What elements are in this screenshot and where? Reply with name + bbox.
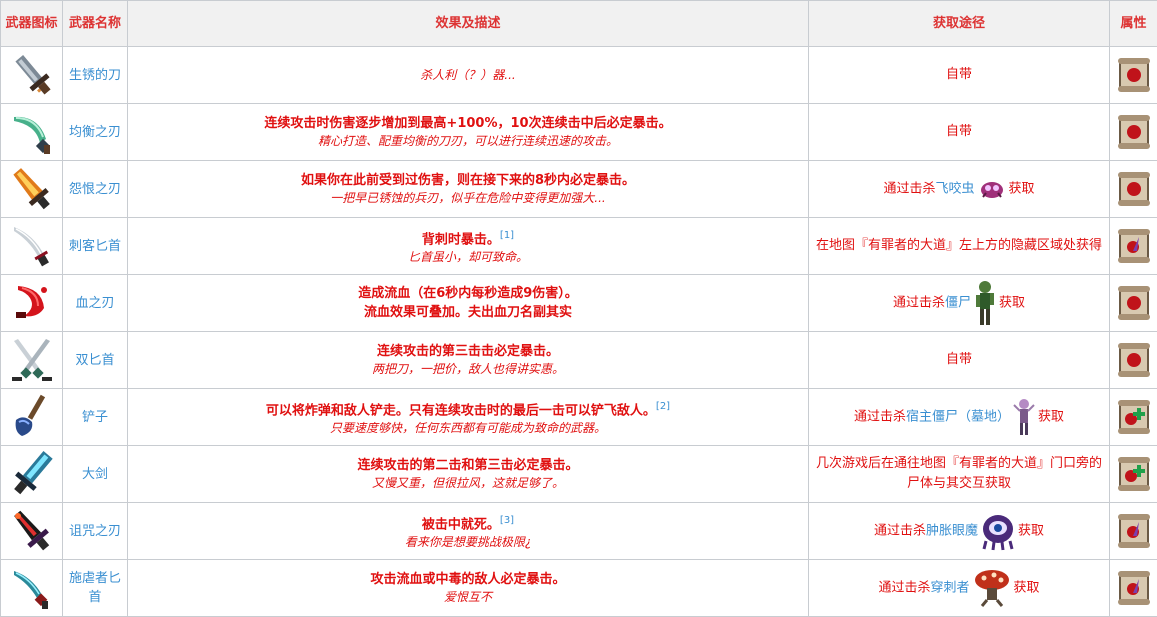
weapon-name-link[interactable]: 怨恨之刃 — [69, 182, 121, 197]
enemy-link[interactable]: 肿胀眼魔 — [926, 524, 978, 539]
weapon-flavor: 爱恨互不 — [130, 589, 806, 606]
weapon-flavor: 匕首虽小，却可致命。 — [130, 249, 806, 266]
table-row: 生锈的刀 杀人利（？）器... 自带 — [1, 47, 1157, 104]
eye-monster-icon[interactable] — [980, 511, 1016, 551]
weapon-effect: 如果你在此前受到过伤害，则在接下来的8秒内必定暴击。 — [130, 171, 806, 190]
shovel-icon[interactable] — [3, 392, 60, 442]
enemy-link[interactable]: 宿主僵尸（墓地） — [906, 410, 1010, 425]
weapon-name-link[interactable]: 施虐者匕首 — [69, 571, 121, 605]
weapon-source: 通过击杀肿胀眼魔获取 — [811, 511, 1107, 551]
survival-scroll-icon[interactable] — [1112, 455, 1155, 493]
table-row: 诅咒之刃 被击中就死。[3] 看来你是想要挑战极限¿ 通过击杀肿胀眼魔获取 — [1, 503, 1157, 560]
reference-link[interactable]: [3] — [500, 515, 514, 526]
weapon-flavor: 一把早已锈蚀的兵刃，似乎在危险中变得更加强大... — [130, 190, 806, 207]
weapon-effect: 造成流血（在6秒内每秒造成9伤害）。 — [130, 284, 806, 303]
weapon-source: 在地图『有罪者的大道』左上方的隐藏区域处获得 — [811, 236, 1107, 256]
weapon-effect: 被击中就死。[3] — [130, 511, 806, 534]
enemy-link[interactable]: 飞咬虫 — [935, 182, 974, 197]
table-row: 均衡之刃 连续攻击时伤害逐步增加到最高+100%，10次连续击中后必定暴击。 精… — [1, 104, 1157, 161]
table-row: 血之刃 造成流血（在6秒内每秒造成9伤害）。 流血效果可叠加。夫出血刀名副其实 … — [1, 275, 1157, 332]
table-row: 双匕首 连续攻击的第三击击必定暴击。 两把刀，一把价，敌人也得讲实惠。 自带 — [1, 332, 1157, 389]
weapon-name-link[interactable]: 大剑 — [82, 467, 108, 482]
weapon-source: 自带 — [811, 65, 1107, 85]
host-zombie-icon[interactable] — [1012, 397, 1036, 437]
brutality-scroll-icon[interactable] — [1112, 113, 1155, 151]
twin-daggers-icon[interactable] — [3, 335, 60, 385]
enemy-link[interactable]: 僵尸 — [945, 296, 971, 311]
zombie-icon[interactable] — [973, 279, 997, 327]
weapon-effect: 连续攻击时伤害逐步增加到最高+100%，10次连续击中后必定暴击。 — [130, 114, 806, 133]
weapon-source: 通过击杀宿主僵尸（墓地）获取 — [811, 397, 1107, 437]
weapon-effect-extra: 流血效果可叠加。夫出血刀名副其实 — [130, 303, 806, 322]
weapon-effect: 连续攻击的第三击击必定暴击。 — [130, 342, 806, 361]
weapon-flavor: 看来你是想要挑战极限¿ — [130, 534, 806, 551]
header-row: 武器图标 武器名称 效果及描述 获取途径 属性 — [1, 1, 1157, 47]
weapons-table: 武器图标 武器名称 效果及描述 获取途径 属性 生锈的刀 杀人利（？）器... … — [0, 0, 1157, 617]
weapon-source: 通过击杀飞咬虫获取 — [811, 177, 1107, 201]
weapon-effect: 攻击流血或中毒的敌人必定暴击。 — [130, 570, 806, 589]
weapon-source: 自带 — [811, 122, 1107, 142]
header-name[interactable]: 武器名称 — [63, 1, 128, 47]
weapon-source: 几次游戏后在通往地图『有罪者的大道』门口旁的尸体与其交互获取 — [811, 454, 1107, 494]
weapon-name-link[interactable]: 刺客匕首 — [69, 239, 121, 254]
brutality-scroll-icon[interactable] — [1112, 284, 1155, 322]
tactics-scroll-icon[interactable] — [1112, 569, 1155, 607]
header-attr[interactable]: 属性 — [1110, 1, 1157, 47]
reference-link[interactable]: [1] — [500, 230, 514, 241]
survival-scroll-icon[interactable] — [1112, 398, 1155, 436]
broadsword-icon[interactable] — [3, 449, 60, 499]
tactics-scroll-icon[interactable] — [1112, 512, 1155, 550]
enemy-link[interactable]: 穿刺者 — [930, 581, 969, 596]
reference-link[interactable]: [2] — [656, 401, 670, 412]
rusty-sword-icon[interactable] — [3, 50, 60, 100]
weapon-name-link[interactable]: 均衡之刃 — [69, 125, 121, 140]
table-row: 铲子 可以将炸弹和敌人铲走。只有连续攻击时的最后一击可以铲飞敌人。[2] 只要速… — [1, 389, 1157, 446]
weapon-flavor: 杀人利（？）器... — [130, 67, 806, 84]
cursed-sword-icon[interactable] — [3, 506, 60, 556]
sadist-dagger-icon[interactable] — [3, 563, 60, 613]
brutality-scroll-icon[interactable] — [1112, 170, 1155, 208]
impaler-icon[interactable] — [972, 568, 1012, 608]
table-row: 刺客匕首 背刺时暴击。[1] 匕首虽小，却可致命。 在地图『有罪者的大道』左上方… — [1, 218, 1157, 275]
weapon-source: 自带 — [811, 350, 1107, 370]
weapon-flavor: 只要速度够快，任何东西都有可能成为致命的武器。 — [130, 420, 806, 437]
header-desc[interactable]: 效果及描述 — [128, 1, 809, 47]
assassin-dagger-icon[interactable] — [3, 221, 60, 271]
brutality-scroll-icon[interactable] — [1112, 56, 1155, 94]
weapon-name-link[interactable]: 铲子 — [82, 410, 108, 425]
balanced-blade-icon[interactable] — [3, 107, 60, 157]
weapon-name-link[interactable]: 血之刃 — [75, 296, 114, 311]
weapon-source: 通过击杀穿刺者获取 — [811, 568, 1107, 608]
table-row: 怨恨之刃 如果你在此前受到过伤害，则在接下来的8秒内必定暴击。 一把早已锈蚀的兵… — [1, 161, 1157, 218]
weapon-effect: 连续攻击的第二击和第三击必定暴击。 — [130, 456, 806, 475]
brutality-scroll-icon[interactable] — [1112, 341, 1155, 379]
spite-sword-icon[interactable] — [3, 164, 60, 214]
weapon-effect: 可以将炸弹和敌人铲走。只有连续攻击时的最后一击可以铲飞敌人。[2] — [130, 397, 806, 420]
tactics-scroll-icon[interactable] — [1112, 227, 1155, 265]
weapon-name-link[interactable]: 生锈的刀 — [69, 68, 121, 83]
weapon-flavor: 精心打造、配重均衡的刀刃，可以进行连续迅速的攻击。 — [130, 133, 806, 150]
weapon-flavor: 两把刀，一把价，敌人也得讲实惠。 — [130, 361, 806, 378]
header-icon[interactable]: 武器图标 — [1, 1, 63, 47]
weapon-name-link[interactable]: 诅咒之刃 — [69, 524, 121, 539]
biter-icon[interactable] — [977, 177, 1007, 201]
weapon-flavor: 又慢又重，但很拉风，这就足够了。 — [130, 475, 806, 492]
weapon-source: 通过击杀僵尸获取 — [811, 279, 1107, 327]
blood-sword-icon[interactable] — [3, 278, 60, 328]
table-row: 大剑 连续攻击的第二击和第三击必定暴击。 又慢又重，但很拉风，这就足够了。 几次… — [1, 446, 1157, 503]
header-source[interactable]: 获取途径 — [809, 1, 1110, 47]
weapon-effect: 背刺时暴击。[1] — [130, 226, 806, 249]
weapon-name-link[interactable]: 双匕首 — [75, 353, 114, 368]
